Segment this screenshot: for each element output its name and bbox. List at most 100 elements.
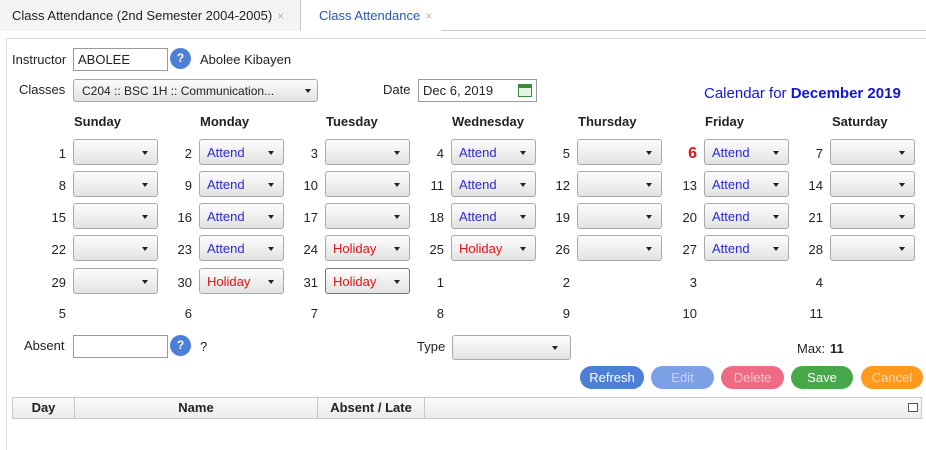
attendance-status-value: Attend	[207, 209, 245, 224]
calendar-day-number: 10	[303, 178, 318, 193]
chevron-down-icon	[773, 183, 779, 187]
attendance-status-select[interactable]	[830, 171, 915, 197]
attendance-status-select[interactable]: Attend	[704, 139, 789, 165]
close-icon[interactable]: ×	[425, 9, 432, 23]
calendar-day-number: 8	[58, 178, 66, 193]
chevron-down-icon	[552, 346, 558, 350]
attendance-status-select[interactable]: Holiday	[325, 268, 410, 294]
column-menu-icon[interactable]	[908, 403, 918, 412]
column-header-day[interactable]: Day	[13, 398, 75, 418]
tab-class-attendance[interactable]: Class Attendance ×	[301, 0, 441, 31]
absent-help-icon[interactable]: ?	[170, 335, 191, 356]
calendar-day-number: 14	[808, 178, 823, 193]
tab-class-attendance-semester[interactable]: Class Attendance (2nd Semester 2004-2005…	[0, 0, 301, 31]
calendar-day-number: 25	[429, 242, 444, 257]
max-value: 11	[830, 341, 844, 356]
calendar-day-number: 3	[310, 146, 318, 161]
attendance-status-select[interactable]: Attend	[451, 171, 536, 197]
attendance-status-select[interactable]	[577, 235, 662, 261]
attendance-status-select[interactable]: Holiday	[199, 268, 284, 294]
chevron-down-icon	[773, 215, 779, 219]
attendance-status-select[interactable]	[73, 235, 158, 261]
edit-button[interactable]: Edit	[651, 366, 714, 389]
calendar-day-number: 31	[303, 275, 318, 290]
delete-button[interactable]: Delete	[721, 366, 784, 389]
day-header-wednesday: Wednesday	[452, 114, 525, 129]
attendance-status-select[interactable]	[577, 139, 662, 165]
attendance-status-select[interactable]: Attend	[704, 235, 789, 261]
chevron-down-icon	[268, 215, 274, 219]
chevron-down-icon	[394, 215, 400, 219]
cancel-button[interactable]: Cancel	[861, 366, 923, 389]
attendance-status-select[interactable]	[325, 139, 410, 165]
attendance-status-value: Attend	[207, 241, 245, 256]
date-input[interactable]: Dec 6, 2019	[418, 79, 537, 102]
calendar-day-number: 4	[815, 275, 823, 290]
attendance-status-select[interactable]	[73, 268, 158, 294]
attendance-status-select[interactable]: Attend	[199, 235, 284, 261]
attendance-status-select[interactable]	[73, 203, 158, 229]
instructor-help-icon[interactable]: ?	[170, 48, 191, 69]
attendance-status-select[interactable]	[830, 203, 915, 229]
absent-input[interactable]	[73, 335, 168, 358]
type-select[interactable]	[452, 335, 571, 360]
attendance-status-value: Attend	[712, 145, 750, 160]
close-icon[interactable]: ×	[277, 9, 284, 23]
attendance-status-select[interactable]: Holiday	[451, 235, 536, 261]
instructor-input[interactable]: ABOLEE	[73, 48, 168, 71]
chevron-down-icon	[305, 89, 311, 93]
attendance-status-select[interactable]: Attend	[704, 203, 789, 229]
attendance-status-select[interactable]	[830, 235, 915, 261]
chevron-down-icon	[394, 247, 400, 251]
attendance-status-select[interactable]: Attend	[199, 171, 284, 197]
attendance-status-value: Attend	[712, 241, 750, 256]
calendar-day-number: 7	[310, 306, 318, 321]
date-value: Dec 6, 2019	[423, 83, 494, 98]
calendar-day-number: 26	[555, 242, 570, 257]
calendar-day-number: 13	[682, 178, 697, 193]
chevron-down-icon	[520, 247, 526, 251]
attendance-status-select[interactable]	[577, 203, 662, 229]
attendance-status-select[interactable]: Attend	[199, 139, 284, 165]
calendar-day-number: 6	[184, 306, 192, 321]
instructor-name: Abolee Kibayen	[200, 52, 292, 67]
calendar-day-number: 23	[177, 242, 192, 257]
attendance-status-value: Holiday	[333, 274, 377, 289]
calendar-day-number: 27	[682, 242, 697, 257]
chevron-down-icon	[268, 183, 274, 187]
column-header-name[interactable]: Name	[75, 398, 318, 418]
chevron-down-icon	[899, 247, 905, 251]
calendar-icon[interactable]	[518, 84, 532, 97]
refresh-button[interactable]: Refresh	[580, 366, 644, 389]
attendance-status-select[interactable]: Holiday	[325, 235, 410, 261]
calendar-day-number: 30	[177, 275, 192, 290]
attendance-status-select[interactable]: Attend	[451, 139, 536, 165]
attendance-status-select[interactable]: Attend	[704, 171, 789, 197]
attendance-status-select[interactable]: Attend	[451, 203, 536, 229]
chevron-down-icon	[899, 151, 905, 155]
chevron-down-icon	[773, 247, 779, 251]
calendar-title-prefix: Calendar for	[704, 85, 787, 102]
attendance-status-select[interactable]	[577, 171, 662, 197]
calendar-day-number: 8	[436, 306, 444, 321]
day-header-sunday: Sunday	[74, 114, 121, 129]
calendar-day-number: 29	[51, 275, 66, 290]
attendance-status-select[interactable]: Attend	[199, 203, 284, 229]
attendance-status-value: Holiday	[207, 274, 251, 289]
classes-select[interactable]: C204 :: BSC 1H :: Communication...	[73, 79, 318, 102]
chevron-down-icon	[899, 215, 905, 219]
calendar-day-number: 11	[809, 306, 824, 321]
chevron-down-icon	[899, 183, 905, 187]
calendar-day-number: 18	[429, 210, 444, 225]
column-header-absent-late[interactable]: Absent / Late	[318, 398, 425, 418]
attendance-status-select[interactable]	[830, 139, 915, 165]
attendance-status-select[interactable]	[325, 203, 410, 229]
attendance-status-select[interactable]	[73, 139, 158, 165]
save-button[interactable]: Save	[791, 366, 853, 389]
calendar-title: Calendar for December 2019	[704, 85, 901, 102]
chevron-down-icon	[142, 183, 148, 187]
chevron-down-icon	[646, 151, 652, 155]
attendance-status-select[interactable]	[325, 171, 410, 197]
attendance-status-select[interactable]	[73, 171, 158, 197]
tab-bar: Class Attendance (2nd Semester 2004-2005…	[0, 0, 926, 31]
